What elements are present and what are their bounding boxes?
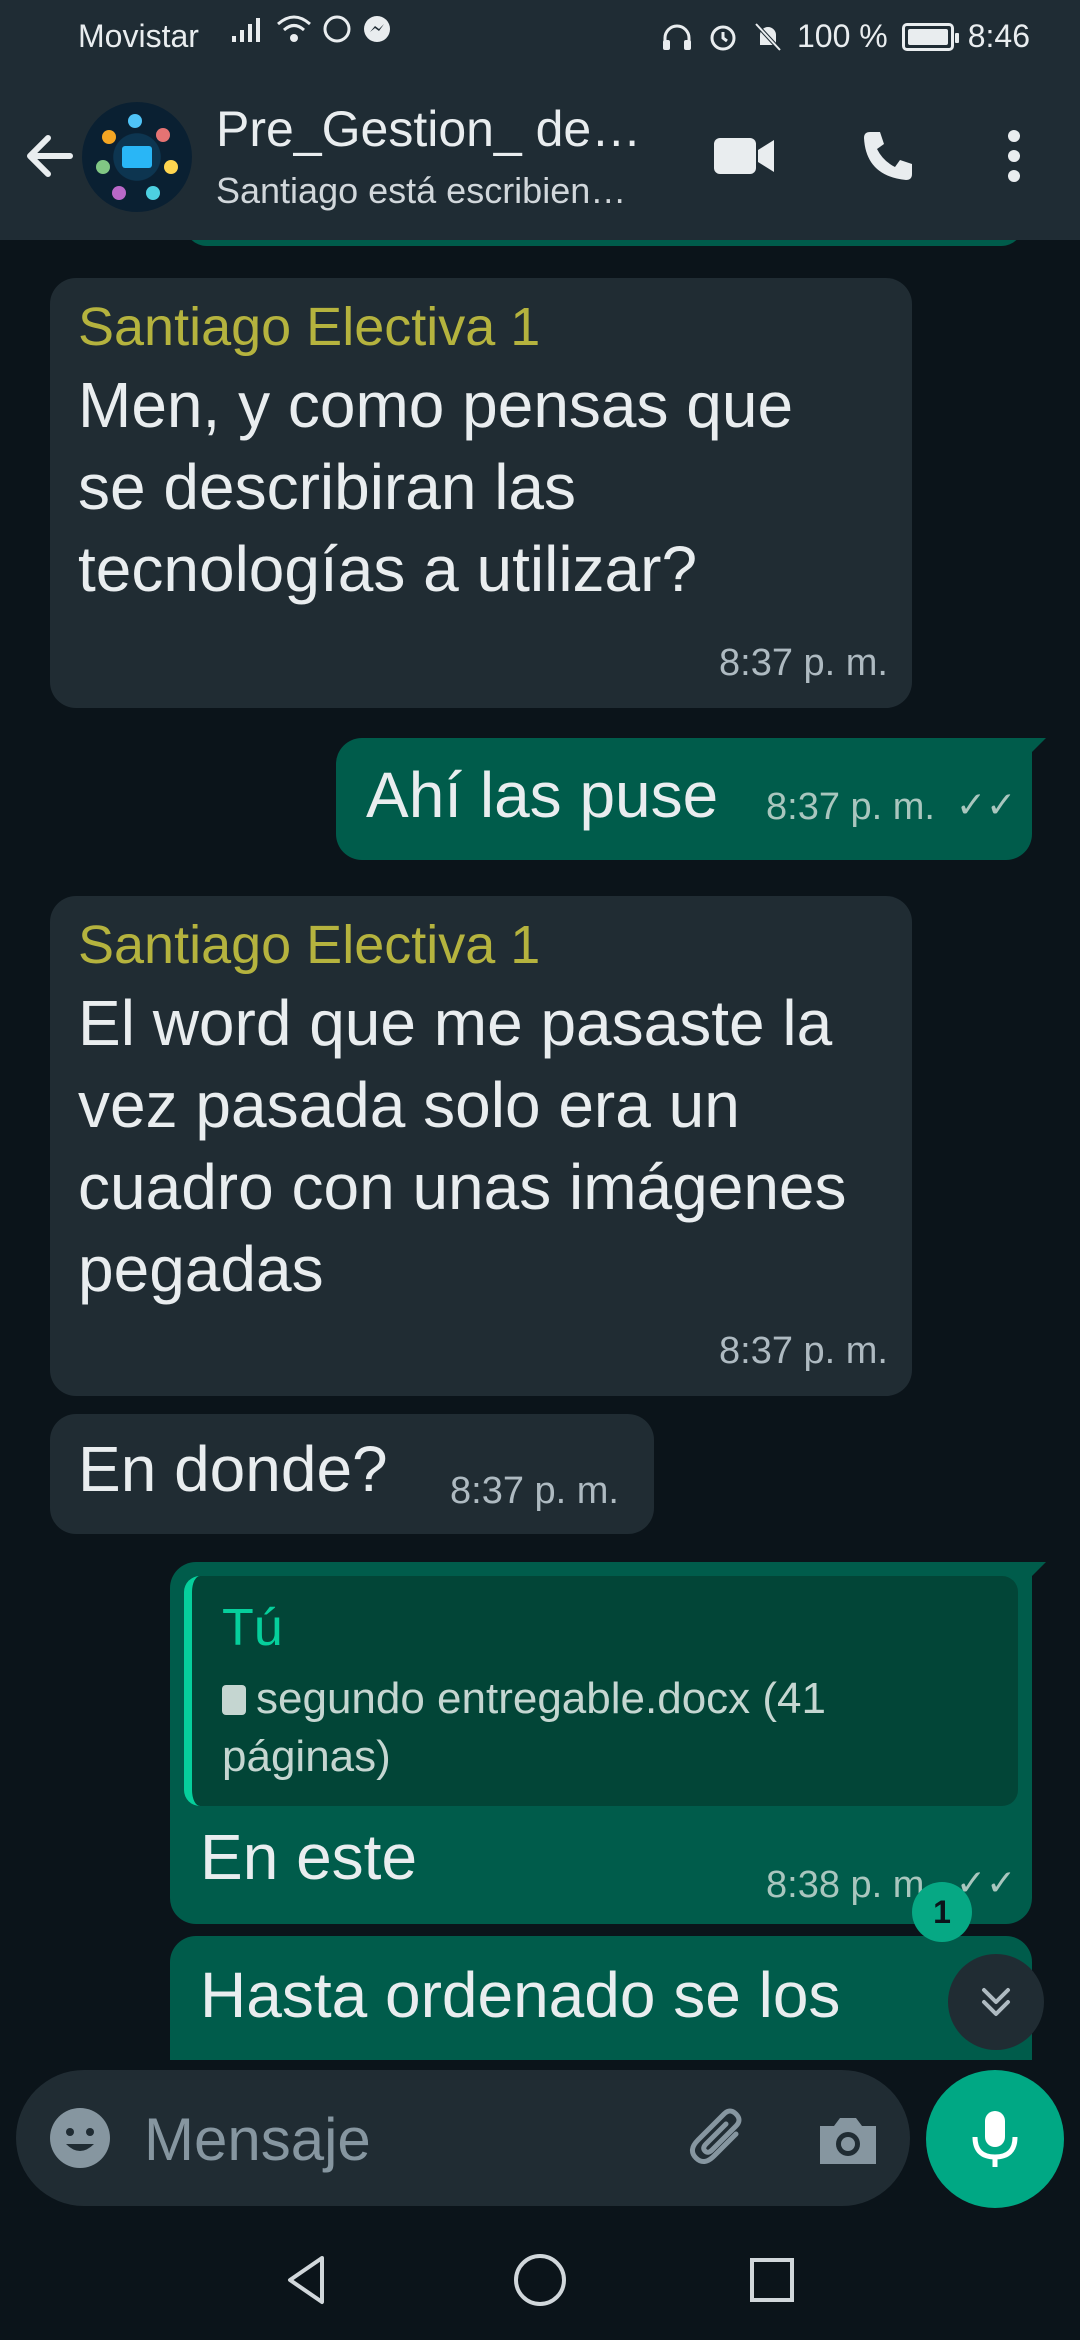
voice-message-button[interactable] [926,2070,1064,2208]
message-text: En este [200,1821,418,1893]
scroll-to-bottom-button[interactable] [948,1954,1044,2050]
unread-count-badge: 1 [912,1882,972,1942]
battery-icon [901,22,959,51]
quoted-file-name: segundo entregable.docx (41 páginas) [222,1674,826,1781]
message-time: 8:37 p. m. [719,1330,888,1372]
status-icons-right: 100 % 8:46 [661,18,1030,55]
attach-icon [690,2108,742,2164]
message-time: 8:37 p. m. [766,786,935,828]
outgoing-reply-message[interactable]: Tú segundo entregable.docx (41 páginas) … [170,1562,1046,1924]
message-text: Ahí las puse [366,759,719,831]
video-call-button[interactable] [704,116,784,196]
message-time: 8:37 p. m. [719,642,888,684]
quoted-message[interactable]: Tú segundo entregable.docx (41 páginas) [184,1576,1018,1806]
typing-status: Santiago está escribien… [216,170,627,211]
wifi-icon [277,15,311,42]
battery-percent: 100 % [796,18,888,54]
nav-home-button[interactable] [510,2250,570,2310]
nav-recents-icon [750,2258,794,2302]
message-text: Hasta ordenado se los [200,1959,841,2031]
emoji-icon [50,2108,110,2168]
voice-call-button[interactable] [848,116,928,196]
outgoing-message[interactable]: Ahí las puse 8:37 p. m. ✓✓ [336,738,1046,860]
camera-icon [820,2118,876,2164]
group-avatar[interactable] [82,102,192,212]
input-pill [16,2070,910,2206]
more-options-button[interactable] [974,116,1054,196]
video-call-icon [714,138,774,174]
document-icon [222,1685,246,1715]
quoted-file: segundo entregable.docx (41 páginas) [222,1670,998,1786]
whatsapp-icon [323,15,351,43]
alarm-icon [710,25,736,50]
sender-name[interactable]: Santiago Electiva 1 [78,914,540,976]
message-time: 8:38 p. m. [766,1864,935,1906]
carrier-name: Movistar [78,18,199,54]
chat-header: Pre_Gestion_ de… Santiago está escribien… [0,76,1080,240]
message-list[interactable]: Santiago Electiva 1 Men, y como pensas q… [0,240,1080,2060]
signal-icon [232,18,260,42]
nav-back-icon [288,2256,324,2304]
system-navigation-bar [0,2220,1080,2340]
nav-home-icon [514,2254,566,2306]
message-text: Men, y como pensas que se describiran la… [78,369,794,605]
camera-button[interactable] [812,2104,884,2176]
previous-message-edge [184,240,1024,246]
quoted-author: Tú [222,1599,283,1657]
messenger-icon [364,16,390,42]
message-text: En donde? [78,1433,388,1505]
battery-level-fill [907,28,948,45]
outgoing-message[interactable]: Hasta ordenado se los [170,1936,1032,2060]
headphones-icon [662,24,691,50]
sender-name[interactable]: Santiago Electiva 1 [78,296,540,358]
nav-recents-button[interactable] [742,2250,802,2310]
emoji-button[interactable] [46,2104,114,2172]
incoming-message[interactable]: En donde? 8:37 p. m. [50,1414,654,1534]
chat-title[interactable]: Pre_Gestion_ de… [216,100,676,158]
mic-icon [972,2111,1018,2167]
incoming-message[interactable]: Santiago Electiva 1 Men, y como pensas q… [50,278,912,708]
muted-bell-icon [754,22,782,51]
message-text: El word que me pasaste la vez pasada sol… [78,987,847,1305]
clock: 8:46 [967,18,1030,54]
attach-button[interactable] [680,2100,760,2180]
double-chevron-down-icon [982,1988,1010,2016]
read-receipt-icon: ✓✓ [956,784,1017,825]
back-arrow-icon [27,135,73,177]
incoming-message[interactable]: Santiago Electiva 1 El word que me pasas… [50,896,912,1396]
back-button[interactable] [18,124,82,188]
phone-icon [864,132,912,180]
message-input[interactable] [142,2100,666,2178]
more-vertical-icon [1008,130,1020,182]
status-bar: Movistar 100 % 8:46 [0,0,1080,76]
message-time: 8:37 p. m. [450,1470,619,1512]
status-icons-left [230,14,392,44]
message-composer [0,2060,1080,2220]
nav-back-button[interactable] [278,2250,338,2310]
